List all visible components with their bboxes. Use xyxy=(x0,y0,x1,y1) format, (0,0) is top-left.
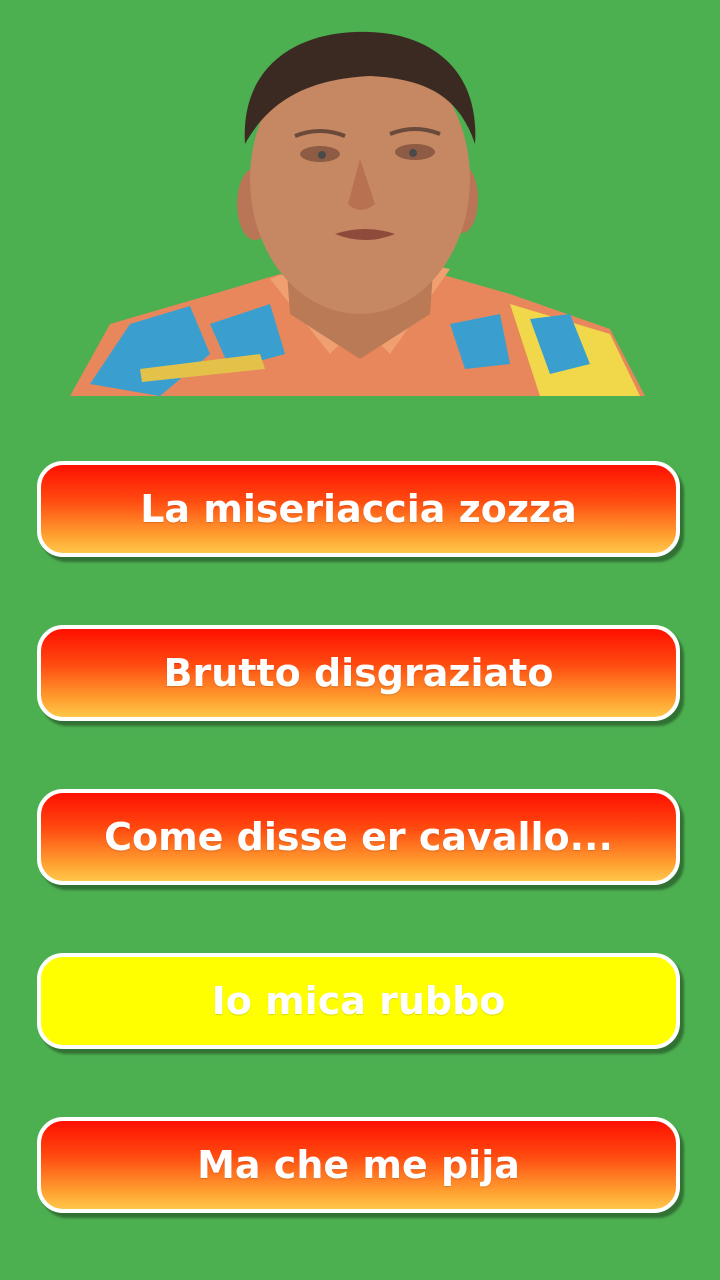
sound-button-2[interactable]: Brutto disgraziato xyxy=(37,625,680,721)
sound-button-label: Brutto disgraziato xyxy=(163,651,554,695)
sound-button-label: Io mica rubbo xyxy=(211,979,506,1023)
actor-portrait-image xyxy=(70,24,650,396)
sound-button-label: Ma che me pija xyxy=(197,1143,520,1187)
sound-button-3[interactable]: Come disse er cavallo... xyxy=(37,789,680,885)
soundboard-screen: La miseriaccia zozza Brutto disgraziato … xyxy=(0,0,720,1280)
sound-button-4-active[interactable]: Io mica rubbo xyxy=(37,953,680,1049)
sound-button-label: Come disse er cavallo... xyxy=(104,815,613,859)
sound-button-5[interactable]: Ma che me pija xyxy=(37,1117,680,1213)
sound-button-label: La miseriaccia zozza xyxy=(140,487,577,531)
sound-button-1[interactable]: La miseriaccia zozza xyxy=(37,461,680,557)
